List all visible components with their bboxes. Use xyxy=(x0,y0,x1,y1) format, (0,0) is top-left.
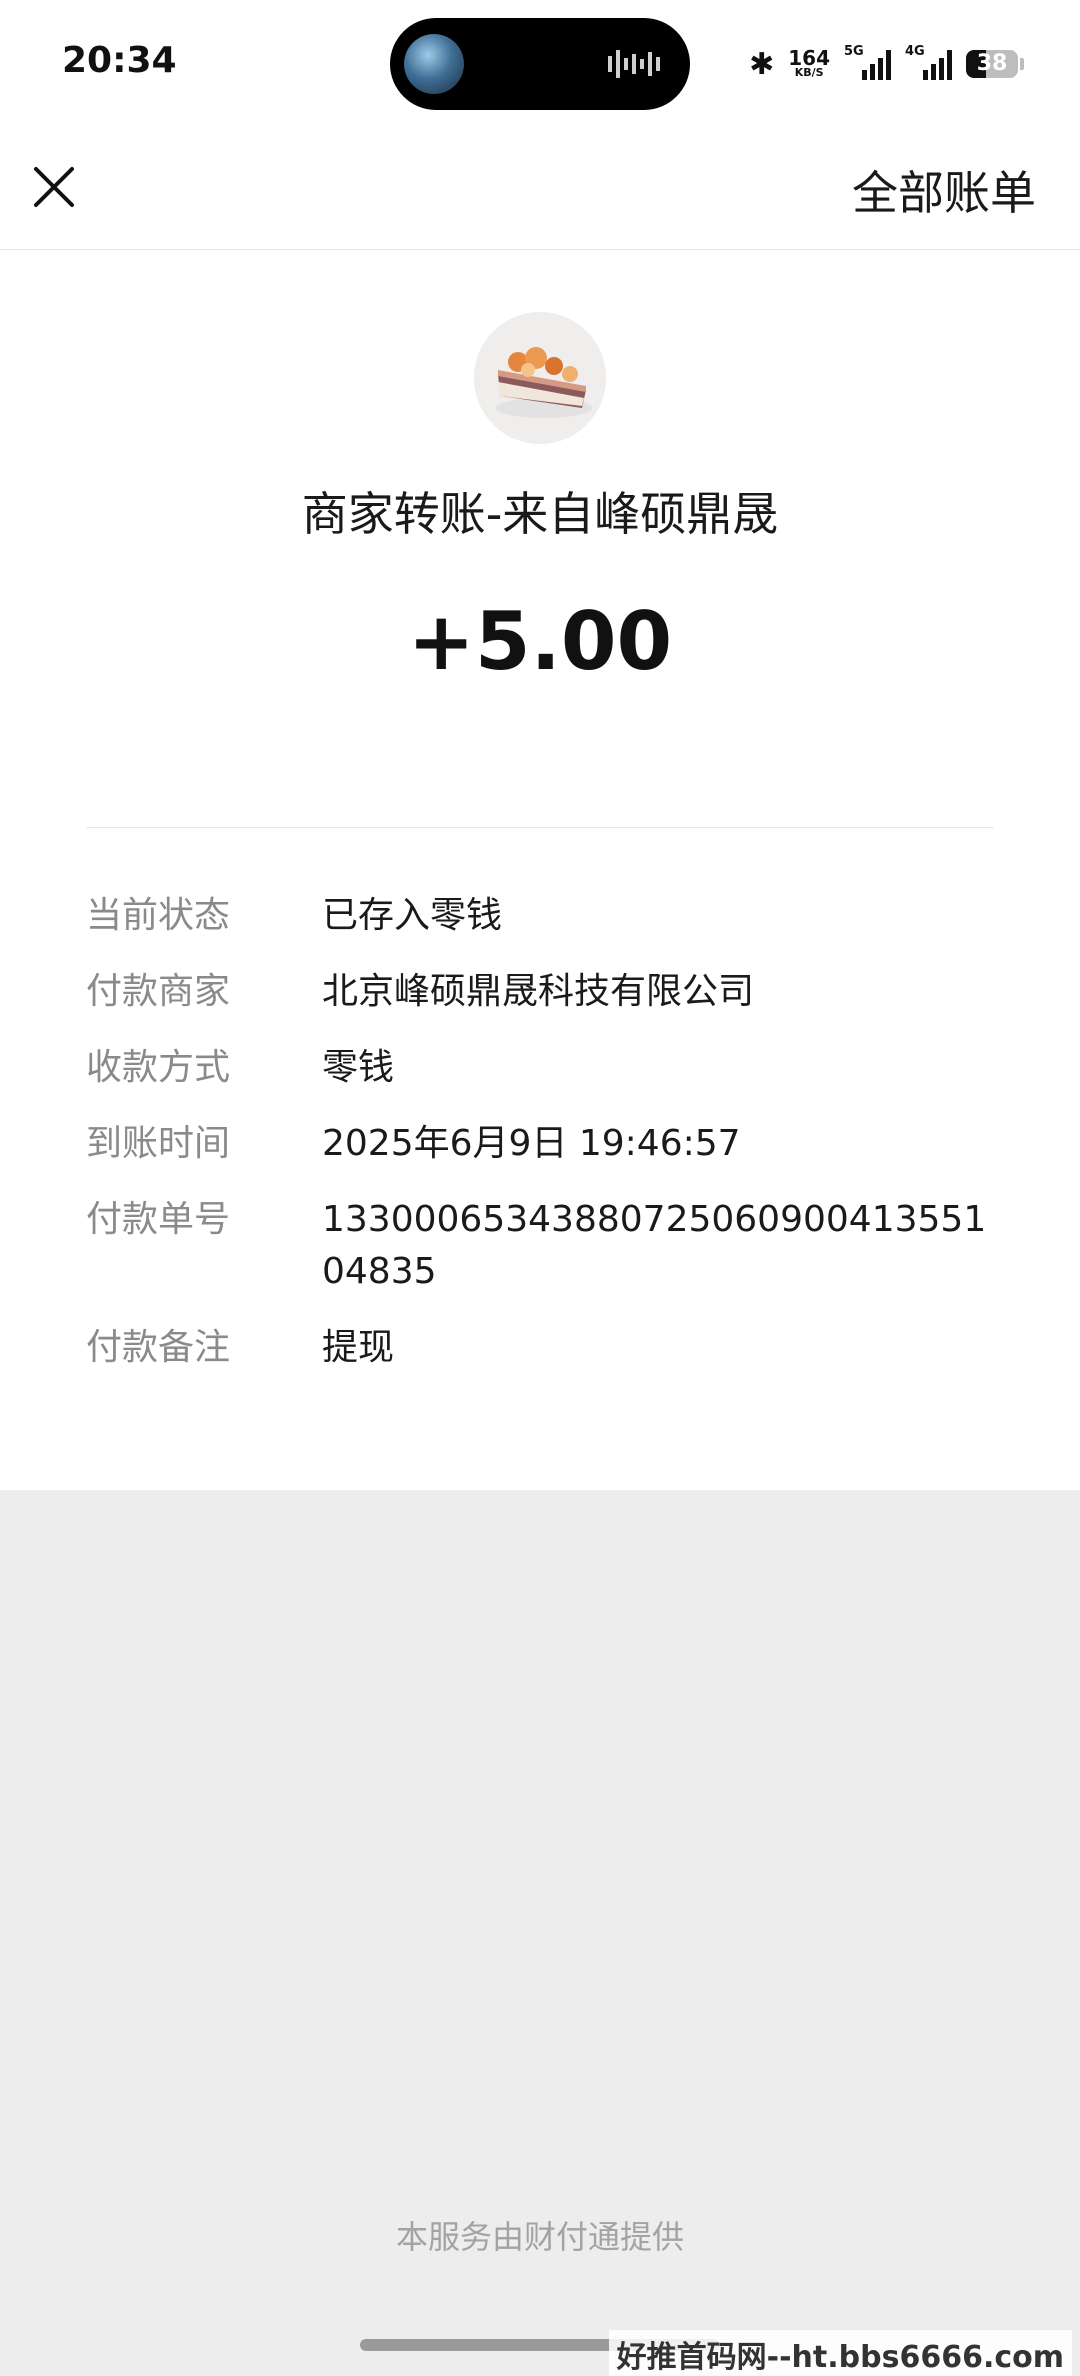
detail-value[interactable]: 1330006534388072506090041355104835 xyxy=(322,1194,1006,1298)
watermark: 好推首码网--ht.bbs6666.com xyxy=(608,2330,1072,2376)
transaction-amount: +5.00 xyxy=(407,595,673,688)
detail-value: 提现 xyxy=(322,1327,395,1368)
detail-value: 2025年6月9日 19:46:57 xyxy=(322,1123,741,1164)
transaction-detail-page: 20:34 ✱ 164 KB/S 5G 4G 38 全部账单 商家转账-来自峰硕… xyxy=(0,0,1080,2376)
signal-5g-tag: 5G xyxy=(844,44,864,59)
detail-row-time: 到账时间 2025年6月9日 19:46:57 xyxy=(86,1118,1006,1170)
detail-row-order-number: 付款单号 1330006534388072506090041355104835 xyxy=(86,1194,1006,1298)
network-speed: 164 KB/S xyxy=(788,48,830,79)
battery-level: 38 xyxy=(976,51,1008,76)
merchant-title: 商家转账-来自峰硕鼎晟 xyxy=(301,487,779,541)
signal-4g-icon: 4G xyxy=(905,44,952,80)
dynamic-island[interactable] xyxy=(390,18,690,110)
detail-value: 已存入零钱 xyxy=(322,895,503,936)
close-icon[interactable] xyxy=(30,157,78,217)
bluetooth-icon: ✱ xyxy=(749,46,775,82)
detail-value: 北京峰硕鼎晟科技有限公司 xyxy=(322,971,755,1012)
cake-icon xyxy=(474,312,606,444)
all-bills-link[interactable]: 全部账单 xyxy=(852,157,1036,223)
detail-row-remark: 付款备注 提现 xyxy=(86,1322,1006,1374)
transaction-card: 商家转账-来自峰硕鼎晟 +5.00 当前状态 已存入零钱 付款商家 北京峰硕鼎晟… xyxy=(0,250,1080,1490)
nav-header: 全部账单 xyxy=(0,125,1080,250)
signal-4g-tag: 4G xyxy=(905,44,925,59)
audio-wave-icon xyxy=(608,50,660,78)
signal-5g-icon: 5G xyxy=(844,44,891,80)
media-thumbnail xyxy=(404,34,464,94)
detail-label: 付款单号 xyxy=(86,1199,231,1240)
status-time: 20:34 xyxy=(62,40,177,81)
detail-label: 收款方式 xyxy=(86,1047,231,1088)
detail-value: 零钱 xyxy=(322,1047,395,1088)
detail-label: 到账时间 xyxy=(86,1123,231,1164)
status-icons: ✱ 164 KB/S 5G 4G 38 xyxy=(749,44,1024,84)
detail-row-status: 当前状态 已存入零钱 xyxy=(86,890,1006,942)
service-provider-note: 本服务由财付通提供 xyxy=(395,2218,684,2256)
divider xyxy=(86,827,994,828)
status-bar: 20:34 ✱ 164 KB/S 5G 4G 38 xyxy=(0,0,1080,125)
detail-label: 当前状态 xyxy=(86,895,231,936)
detail-label: 付款商家 xyxy=(86,971,231,1012)
battery-icon: 38 xyxy=(966,50,1018,78)
detail-label: 付款备注 xyxy=(86,1327,231,1368)
detail-row-merchant: 付款商家 北京峰硕鼎晟科技有限公司 xyxy=(86,966,1006,1018)
merchant-avatar xyxy=(474,312,606,444)
detail-row-method: 收款方式 零钱 xyxy=(86,1042,1006,1094)
